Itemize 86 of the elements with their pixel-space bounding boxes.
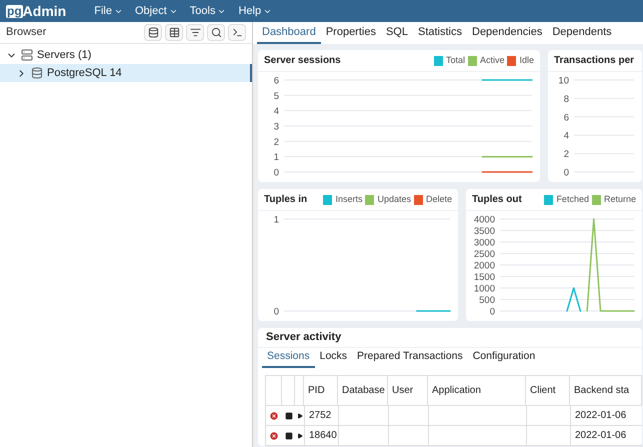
axis-label: 10 — [558, 76, 569, 86]
legend-label: Fetched — [556, 192, 589, 206]
legend-label: Returne — [604, 192, 636, 206]
menu-item[interactable]: Object — [134, 2, 178, 20]
column-header[interactable]: Client — [526, 376, 570, 405]
column-header[interactable]: Application — [428, 376, 526, 405]
axis-label: 1000 — [474, 284, 495, 294]
table-cell-text: 2022-01-06 — [575, 429, 626, 443]
toolbar-button[interactable] — [165, 24, 183, 41]
legend-label: Inserts — [335, 192, 362, 206]
toolbar-button[interactable] — [228, 24, 246, 41]
panel-title: Browser — [6, 25, 46, 40]
axis-label: 1 — [274, 152, 279, 164]
filter-icon — [190, 27, 200, 38]
tab[interactable]: Statistics — [412, 22, 467, 44]
toolbar-button[interactable] — [144, 24, 162, 41]
stop-icon[interactable] — [284, 412, 292, 420]
stop-icon[interactable] — [284, 432, 292, 440]
axis-label: 6 — [274, 76, 279, 86]
card-title: Transactions per — [554, 54, 634, 68]
column-header[interactable]: PID — [304, 376, 338, 405]
tab[interactable]: SQL — [380, 22, 413, 44]
tab[interactable]: Properties — [320, 22, 381, 44]
axis-label: 2 — [564, 149, 569, 160]
tab[interactable]: Dashboard — [257, 22, 321, 44]
menu-item[interactable]: Tools — [190, 2, 226, 20]
axis-label: 0 — [274, 168, 279, 178]
legend-label: Idle — [519, 54, 534, 67]
cancel-icon[interactable] — [269, 430, 279, 440]
tree-item[interactable]: PostgreSQL 14 — [0, 64, 252, 82]
server-stack-icon — [21, 49, 33, 61]
tree-label: Servers (1) — [37, 48, 92, 63]
tree-label: PostgreSQL 14 — [47, 66, 122, 81]
axis-label: 0 — [490, 306, 495, 318]
tab[interactable]: Sessions — [262, 348, 315, 368]
card-title: Tuples in — [264, 193, 308, 207]
table-cell-text: 18640 — [309, 429, 337, 443]
database-icon — [31, 67, 43, 79]
axis-label: 3500 — [474, 226, 495, 237]
axis-label: 2 — [274, 136, 279, 148]
legend-label: Delete — [426, 192, 452, 206]
menu-item[interactable]: File — [94, 2, 123, 20]
card-title: Server activity — [266, 330, 342, 346]
axis-label: 1500 — [474, 272, 495, 283]
axis-label: 2500 — [474, 249, 495, 260]
table-cell-text: 2752 — [309, 409, 332, 423]
expand-icon[interactable] — [296, 432, 302, 438]
tab[interactable]: Dependents — [547, 22, 617, 44]
database-icon — [148, 27, 158, 38]
tab[interactable]: Dependencies — [467, 22, 548, 44]
tab[interactable]: Locks — [314, 348, 352, 368]
legend-label: Updates — [377, 192, 411, 206]
terminal-icon — [232, 27, 242, 38]
axis-label: 0 — [274, 306, 279, 318]
axis-label: 0 — [564, 168, 569, 178]
axis-label: 4 — [274, 106, 279, 118]
table-icon — [168, 27, 180, 38]
axis-label: 3000 — [474, 238, 495, 248]
axis-label: 8 — [564, 94, 569, 105]
card-title: Server sessions — [264, 54, 341, 68]
axis-label: 5 — [274, 90, 279, 102]
table-cell-text: 2022-01-06 — [575, 409, 626, 423]
toolbar-button[interactable] — [186, 24, 204, 41]
column-header[interactable]: User — [388, 376, 428, 405]
card-title: Tuples out — [472, 193, 522, 207]
column-header[interactable]: Database — [338, 376, 388, 405]
axis-label: 4000 — [474, 214, 495, 226]
column-header[interactable]: Backend sta — [570, 376, 642, 405]
logo-text: Admin — [22, 2, 66, 20]
toolbar-button[interactable] — [207, 24, 225, 41]
axis-label: 1 — [274, 214, 279, 226]
logo-mark: pg — [6, 4, 23, 18]
legend-label: Active — [480, 54, 504, 67]
menu-item[interactable]: Help — [238, 2, 272, 20]
axis-label: 4 — [564, 130, 569, 142]
axis-label: 6 — [564, 112, 569, 124]
expand-icon[interactable] — [296, 412, 302, 418]
tab[interactable]: Prepared Transactions — [352, 348, 468, 368]
tree-item[interactable]: Servers (1) — [0, 46, 252, 64]
search-icon — [210, 27, 222, 38]
axis-label: 500 — [479, 295, 495, 306]
tab[interactable]: Configuration — [468, 348, 540, 368]
axis-label: 3 — [274, 122, 279, 132]
legend-label: Total — [446, 54, 465, 67]
cancel-icon[interactable] — [269, 410, 279, 420]
axis-label: 2000 — [474, 260, 495, 272]
